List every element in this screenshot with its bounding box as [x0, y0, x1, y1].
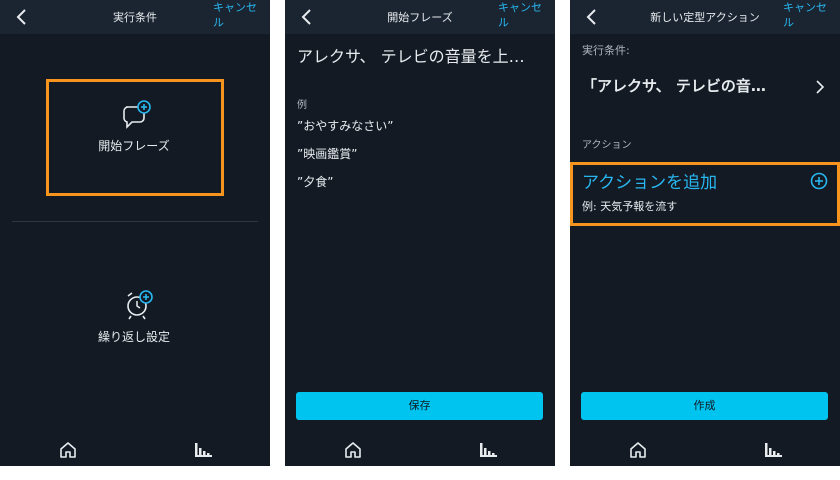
- home-icon[interactable]: [58, 440, 78, 460]
- home-icon[interactable]: [628, 440, 648, 460]
- highlight-box: [570, 162, 840, 226]
- example-item: ”映画鑑賞”: [297, 147, 358, 161]
- bottom-nav: [570, 434, 840, 466]
- alarm-plus-icon: [127, 290, 153, 320]
- chevron-right-icon: [816, 80, 825, 94]
- example-item: ”おやすみなさい”: [297, 119, 394, 133]
- home-icon[interactable]: [343, 440, 363, 460]
- new-routine-screen: 新しい定型アクション キャンセル 実行条件: 「アレクサ、 テレビの音… アクシ…: [570, 0, 840, 466]
- phrase-input[interactable]: アレクサ、 テレビの音量を上…: [297, 43, 549, 67]
- create-button[interactable]: 作成: [581, 392, 828, 420]
- highlight-box: [46, 79, 224, 196]
- header: 新しい定型アクション キャンセル: [570, 0, 840, 34]
- condition-label: 実行条件:: [582, 44, 630, 57]
- divider: [12, 221, 258, 222]
- example-item: ”夕食”: [297, 175, 334, 189]
- save-button[interactable]: 保存: [296, 392, 543, 420]
- bottom-nav: [285, 434, 555, 466]
- routine-trigger-screen: 実行条件 キャンセル 開始フレーズ 繰り返し設定: [0, 0, 270, 466]
- repeat-label: 繰り返し設定: [97, 330, 170, 344]
- header: 開始フレーズ キャンセル: [285, 0, 555, 34]
- condition-value: 「アレクサ、 テレビの音…: [582, 77, 766, 95]
- repeat-option[interactable]: 繰り返し設定: [46, 280, 222, 350]
- activity-icon[interactable]: [765, 443, 783, 457]
- header: 実行条件 キャンセル: [0, 0, 270, 34]
- cancel-button[interactable]: キャンセル: [498, 0, 550, 30]
- activity-icon[interactable]: [480, 443, 498, 457]
- activity-icon[interactable]: [195, 443, 213, 457]
- start-phrase-screen: 開始フレーズ キャンセル アレクサ、 テレビの音量を上… 例 ”おやすみなさい”…: [285, 0, 555, 466]
- action-section-label: アクション: [582, 140, 632, 151]
- condition-row[interactable]: 「アレクサ、 テレビの音…: [582, 70, 834, 104]
- cancel-button[interactable]: キャンセル: [213, 0, 265, 30]
- cancel-button[interactable]: キャンセル: [783, 0, 835, 30]
- bottom-nav: [0, 434, 270, 466]
- examples-label: 例: [297, 100, 307, 111]
